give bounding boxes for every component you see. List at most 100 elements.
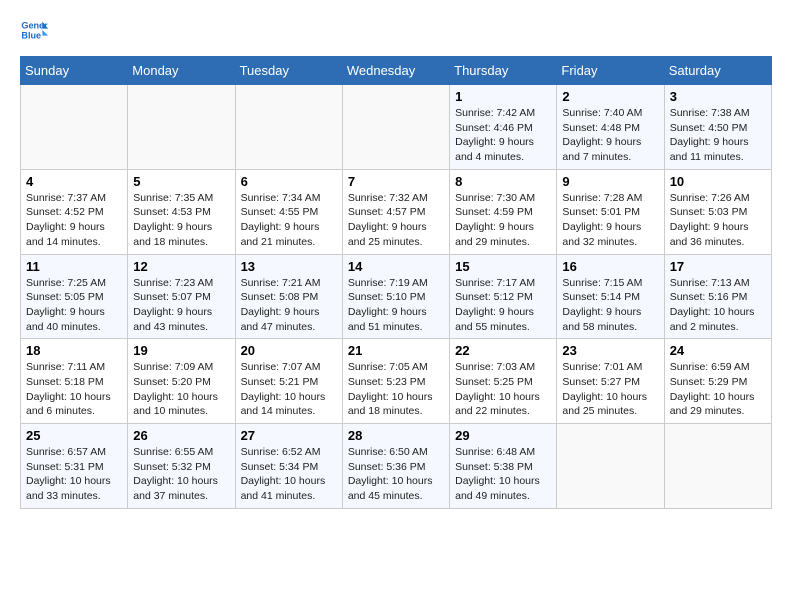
day-info: Sunrise: 7:37 AM Sunset: 4:52 PM Dayligh… [26,191,122,250]
day-number: 28 [348,428,444,443]
day-number: 8 [455,174,551,189]
day-number: 15 [455,259,551,274]
day-number: 1 [455,89,551,104]
day-number: 6 [241,174,337,189]
calendar-cell [235,85,342,170]
calendar-cell: 22 Sunrise: 7:03 AM Sunset: 5:25 PM Dayli… [450,339,557,424]
col-header-thursday: Thursday [450,57,557,85]
day-info: Sunrise: 7:38 AM Sunset: 4:50 PM Dayligh… [670,106,766,165]
day-info: Sunrise: 7:30 AM Sunset: 4:59 PM Dayligh… [455,191,551,250]
calendar-cell: 12Sunrise: 7:23 AM Sunset: 5:07 PM Dayli… [128,254,235,339]
day-info: Sunrise: 7:28 AM Sunset: 5:01 PM Dayligh… [562,191,658,250]
calendar-cell [342,85,449,170]
col-header-saturday: Saturday [664,57,771,85]
calendar-cell: 11 Sunrise: 7:25 AM Sunset: 5:05 PM Dayli… [21,254,128,339]
day-info: Sunrise: 7:05 AM Sunset: 5:23 PM Dayligh… [348,360,444,419]
col-header-monday: Monday [128,57,235,85]
day-info: Sunrise: 7:23 AM Sunset: 5:07 PM Dayligh… [133,276,229,335]
logo: General Blue [20,16,52,44]
day-number: 17 [670,259,766,274]
calendar-week-4: 18Sunrise: 7:11 AM Sunset: 5:18 PM Dayli… [21,339,772,424]
day-info: Sunrise: 7:13 AM Sunset: 5:16 PM Dayligh… [670,276,766,335]
day-info: Sunrise: 7:25 AM Sunset: 5:05 PM Dayligh… [26,276,122,335]
day-number: 10 [670,174,766,189]
logo-icon: General Blue [20,16,48,44]
calendar-cell: 26Sunrise: 6:55 AM Sunset: 5:32 PM Dayli… [128,424,235,509]
calendar-cell: 1 Sunrise: 7:42 AM Sunset: 4:46 PM Daylig… [450,85,557,170]
day-info: Sunrise: 6:57 AM Sunset: 5:31 PM Dayligh… [26,445,122,504]
day-number: 19 [133,343,229,358]
calendar-cell: 21Sunrise: 7:05 AM Sunset: 5:23 PM Dayli… [342,339,449,424]
day-info: Sunrise: 7:34 AM Sunset: 4:55 PM Dayligh… [241,191,337,250]
calendar-cell: 17 Sunrise: 7:13 AM Sunset: 5:16 PM Dayli… [664,254,771,339]
calendar-table: SundayMondayTuesdayWednesdayThursdayFrid… [20,56,772,509]
calendar-cell: 4 Sunrise: 7:37 AM Sunset: 4:52 PM Daylig… [21,169,128,254]
col-header-tuesday: Tuesday [235,57,342,85]
day-number: 24 [670,343,766,358]
day-info: Sunrise: 7:07 AM Sunset: 5:21 PM Dayligh… [241,360,337,419]
day-number: 2 [562,89,658,104]
day-number: 9 [562,174,658,189]
calendar-cell: 14 Sunrise: 7:19 AM Sunset: 5:10 PM Dayli… [342,254,449,339]
day-number: 14 [348,259,444,274]
day-info: Sunrise: 7:21 AM Sunset: 5:08 PM Dayligh… [241,276,337,335]
calendar-cell: 6 Sunrise: 7:34 AM Sunset: 4:55 PM Daylig… [235,169,342,254]
day-number: 5 [133,174,229,189]
day-info: Sunrise: 7:26 AM Sunset: 5:03 PM Dayligh… [670,191,766,250]
calendar-cell: 19 Sunrise: 7:09 AM Sunset: 5:20 PM Dayli… [128,339,235,424]
calendar-cell: 2 Sunrise: 7:40 AM Sunset: 4:48 PM Daylig… [557,85,664,170]
svg-text:Blue: Blue [21,30,41,40]
day-number: 11 [26,259,122,274]
day-info: Sunrise: 7:42 AM Sunset: 4:46 PM Dayligh… [455,106,551,165]
day-number: 29 [455,428,551,443]
day-number: 20 [241,343,337,358]
day-number: 22 [455,343,551,358]
day-info: Sunrise: 7:15 AM Sunset: 5:14 PM Dayligh… [562,276,658,335]
calendar-cell [21,85,128,170]
calendar-cell: 20 Sunrise: 7:07 AM Sunset: 5:21 PM Dayli… [235,339,342,424]
calendar-cell: 18Sunrise: 7:11 AM Sunset: 5:18 PM Dayli… [21,339,128,424]
day-info: Sunrise: 7:03 AM Sunset: 5:25 PM Dayligh… [455,360,551,419]
calendar-cell: 10 Sunrise: 7:26 AM Sunset: 5:03 PM Dayli… [664,169,771,254]
day-number: 3 [670,89,766,104]
day-info: Sunrise: 7:40 AM Sunset: 4:48 PM Dayligh… [562,106,658,165]
day-info: Sunrise: 6:52 AM Sunset: 5:34 PM Dayligh… [241,445,337,504]
calendar-cell: 29 Sunrise: 6:48 AM Sunset: 5:38 PM Dayli… [450,424,557,509]
day-info: Sunrise: 6:48 AM Sunset: 5:38 PM Dayligh… [455,445,551,504]
calendar-cell: 27Sunrise: 6:52 AM Sunset: 5:34 PM Dayli… [235,424,342,509]
calendar-cell [128,85,235,170]
calendar-cell: 15 Sunrise: 7:17 AM Sunset: 5:12 PM Dayli… [450,254,557,339]
col-header-sunday: Sunday [21,57,128,85]
day-info: Sunrise: 6:50 AM Sunset: 5:36 PM Dayligh… [348,445,444,504]
day-info: Sunrise: 7:01 AM Sunset: 5:27 PM Dayligh… [562,360,658,419]
calendar-cell: 9 Sunrise: 7:28 AM Sunset: 5:01 PM Daylig… [557,169,664,254]
calendar-cell: 3 Sunrise: 7:38 AM Sunset: 4:50 PM Daylig… [664,85,771,170]
calendar-week-5: 25 Sunrise: 6:57 AM Sunset: 5:31 PM Dayli… [21,424,772,509]
day-number: 26 [133,428,229,443]
day-number: 4 [26,174,122,189]
day-number: 23 [562,343,658,358]
day-info: Sunrise: 7:17 AM Sunset: 5:12 PM Dayligh… [455,276,551,335]
day-info: Sunrise: 6:59 AM Sunset: 5:29 PM Dayligh… [670,360,766,419]
day-info: Sunrise: 7:09 AM Sunset: 5:20 PM Dayligh… [133,360,229,419]
calendar-cell: 28 Sunrise: 6:50 AM Sunset: 5:36 PM Dayli… [342,424,449,509]
calendar-week-1: 1 Sunrise: 7:42 AM Sunset: 4:46 PM Daylig… [21,85,772,170]
calendar-week-2: 4 Sunrise: 7:37 AM Sunset: 4:52 PM Daylig… [21,169,772,254]
day-info: Sunrise: 7:11 AM Sunset: 5:18 PM Dayligh… [26,360,122,419]
calendar-cell: 25 Sunrise: 6:57 AM Sunset: 5:31 PM Dayli… [21,424,128,509]
day-number: 7 [348,174,444,189]
calendar-cell: 23 Sunrise: 7:01 AM Sunset: 5:27 PM Dayli… [557,339,664,424]
calendar-week-3: 11 Sunrise: 7:25 AM Sunset: 5:05 PM Dayli… [21,254,772,339]
calendar-cell: 8 Sunrise: 7:30 AM Sunset: 4:59 PM Daylig… [450,169,557,254]
calendar-cell [664,424,771,509]
day-number: 13 [241,259,337,274]
day-info: Sunrise: 7:32 AM Sunset: 4:57 PM Dayligh… [348,191,444,250]
calendar-cell: 5Sunrise: 7:35 AM Sunset: 4:53 PM Daylig… [128,169,235,254]
col-header-wednesday: Wednesday [342,57,449,85]
calendar-cell [557,424,664,509]
day-number: 25 [26,428,122,443]
day-info: Sunrise: 7:19 AM Sunset: 5:10 PM Dayligh… [348,276,444,335]
col-header-friday: Friday [557,57,664,85]
calendar-cell: 16 Sunrise: 7:15 AM Sunset: 5:14 PM Dayli… [557,254,664,339]
day-number: 16 [562,259,658,274]
